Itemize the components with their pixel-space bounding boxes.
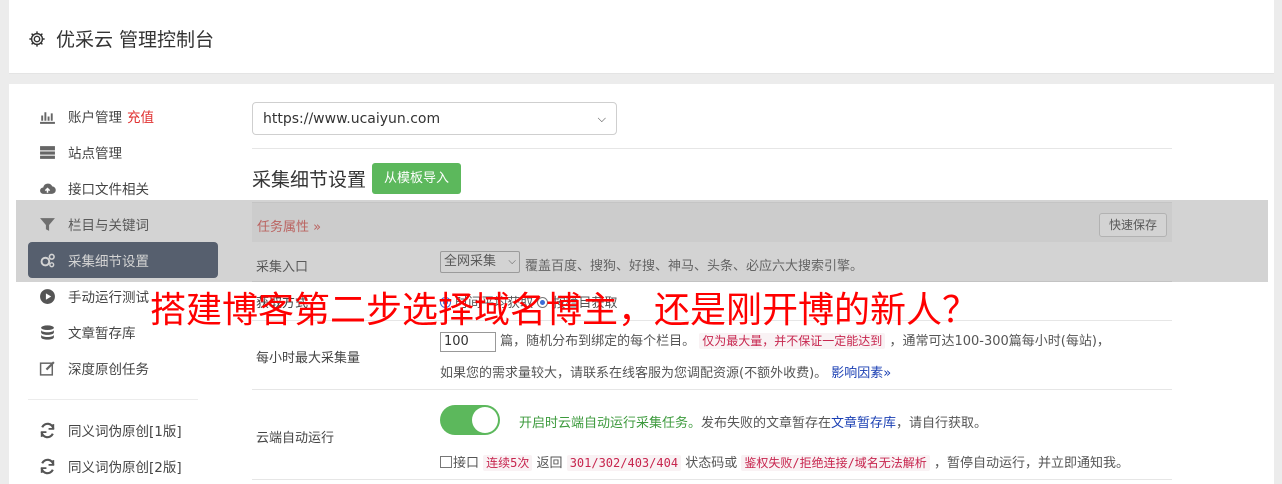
import-template-button[interactable]: 从模板导入: [372, 162, 462, 194]
page-title-text: 优采云 管理控制台: [56, 29, 215, 51]
recharge-link[interactable]: 充值: [127, 106, 154, 126]
influence-factors-link[interactable]: 影响因素»: [831, 366, 891, 381]
gear-icon: [29, 30, 45, 47]
sidebar-item-label: 文章暂存库: [68, 326, 136, 342]
cloud-run-warn3: 鉴权失败/拒绝连接/域名无法解析: [741, 455, 930, 471]
sidebar-item-label: 同义词伪原创[1版]: [68, 424, 182, 440]
sidebar-item-label: 接口文件相关: [68, 182, 149, 198]
sidebar-divider: [28, 388, 198, 400]
section-title: 采集细节设置: [252, 168, 367, 191]
row-divider: [252, 389, 1172, 390]
max-per-hour-line2: 如果您的需求量较大，请联系在线客服为您调配资源(不额外收费)。 影响因素»: [440, 362, 891, 381]
max-per-hour-text3: 如果您的需求量较大，请联系在线客服为您调配资源(不额外收费)。: [440, 366, 828, 381]
cloud-run-label: 云端自动运行: [256, 431, 335, 446]
cloud-run-text2: ，请自行获取。: [896, 416, 988, 431]
sidebar-item-deep-original[interactable]: 深度原创任务: [28, 350, 218, 386]
notify-checkbox[interactable]: [440, 456, 452, 468]
site-select[interactable]: https://www.ucaiyun.com ⌵: [252, 102, 617, 135]
max-per-hour-warning: 仅为最大量，并不保证一定能达到: [699, 333, 886, 349]
watermark-text: 搭建博客第二步选择域名博主，还是刚开博的新人？: [150, 290, 979, 331]
sidebar-item-label: 手动运行测试: [68, 290, 149, 306]
cloud-run-text5: ，暂停自动运行，并立即通知我。: [933, 456, 1129, 471]
server-icon: [40, 145, 55, 159]
max-per-hour-label: 每小时最大采集量: [256, 351, 361, 366]
edit-icon: [39, 360, 55, 376]
sidebar-item-label: 同义词伪原创[2版]: [68, 460, 182, 476]
cloud-run-text3: 返回: [536, 456, 563, 471]
cloud-upload-icon: [40, 183, 56, 194]
site-select-value: https://www.ucaiyun.com: [263, 110, 441, 127]
article-store-link[interactable]: 文章暂存库: [831, 416, 896, 431]
cloud-run-line1: 开启时云端自动运行采集任务。发布失败的文章暂存在文章暂存库，请自行获取。: [519, 412, 987, 431]
header-card: 优采云 管理控制台: [9, 0, 1274, 74]
max-per-hour-input[interactable]: 100: [440, 331, 496, 352]
content-divider: [252, 148, 1172, 149]
database-icon: [41, 324, 54, 340]
cloud-run-warn2: 301/302/403/404: [566, 455, 682, 471]
cloud-run-warn1: 连续5次: [483, 455, 533, 471]
sidebar-item-label: 站点管理: [68, 146, 122, 162]
cloud-run-text1: 发布失败的文章暂存在: [701, 416, 832, 431]
content-area: https://www.ucaiyun.com ⌵ 采集细节设置 从模板导入: [252, 102, 1172, 194]
sidebar-item-synonym-v2[interactable]: 同义词伪原创[2版]: [28, 448, 218, 484]
max-per-hour-text2: ，通常可达100-300篇每小时(每站)，: [889, 334, 1110, 349]
section-header: 采集细节设置 从模板导入: [252, 162, 1172, 194]
max-per-hour-line1: 100 篇，随机分布到绑定的每个栏目。 仅为最大量，并不保证一定能达到 ，通常可…: [440, 330, 1110, 352]
sidebar-item-account[interactable]: 账户管理 充值: [28, 98, 218, 134]
refresh-icon: [40, 458, 55, 474]
sidebar-item-sites[interactable]: 站点管理: [28, 134, 218, 170]
refresh-icon: [40, 422, 55, 438]
sidebar-item-synonym-v1[interactable]: 同义词伪原创[1版]: [28, 412, 218, 448]
play-circle-icon: [40, 288, 55, 304]
bar-chart-icon: [40, 111, 55, 124]
cloud-run-line2: 接口 连续5次 返回 301/302/403/404 状态码或 鉴权失败/拒绝连…: [440, 452, 1129, 471]
cloud-run-text4: 状态码或: [685, 456, 738, 471]
row-divider: [252, 479, 1172, 480]
chevron-down-icon: ⌵: [597, 111, 606, 125]
page-title: 优采云 管理控制台: [28, 25, 214, 52]
cloud-run-green-text: 开启时云端自动运行采集任务。: [519, 416, 702, 431]
cloud-run-toggle[interactable]: [440, 405, 500, 435]
gray-overlay-band: [16, 200, 1268, 282]
notify-checkbox-label: 接口: [453, 456, 480, 471]
sidebar-item-label: 账户管理: [68, 110, 122, 126]
max-per-hour-text1: 篇，随机分布到绑定的每个栏目。: [500, 334, 696, 349]
toggle-knob: [472, 407, 498, 433]
sidebar-item-label: 深度原创任务: [68, 362, 149, 378]
